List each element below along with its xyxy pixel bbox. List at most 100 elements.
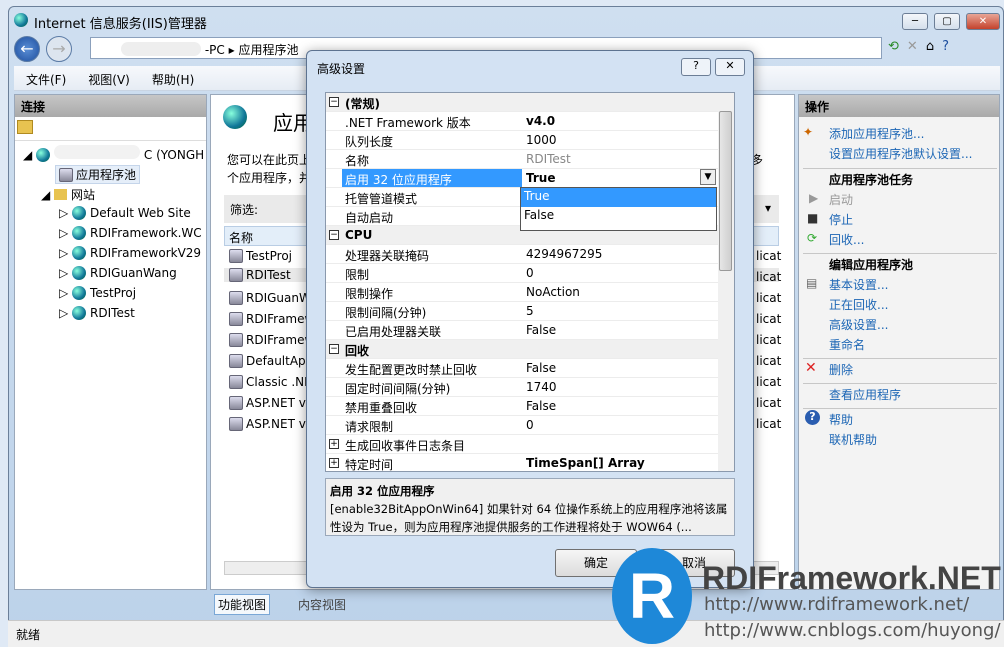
action-start[interactable]: 启动 [829,191,853,208]
stop-icon[interactable]: ✕ [907,39,926,54]
action-online-help[interactable]: 联机帮助 [829,431,877,448]
property-value[interactable]: True [526,171,555,185]
property-value[interactable]: 1000 [526,133,557,147]
list-item[interactable]: DefaultApp [229,354,313,368]
tree-site[interactable]: ▷ Default Web Site [59,206,191,220]
property-row[interactable]: + 特定时间 TimeSpan[] Array [326,454,719,471]
actions-pane: 操作 ✦ 添加应用程序池... 设置应用程序池默认设置... 应用程序池任务 ▶… [798,94,1000,590]
property-row[interactable]: 处理器关联掩码 4294967295 [326,245,719,264]
property-row[interactable]: 固定时间间隔(分钟) 1740 [326,378,719,397]
tree-server[interactable]: ◢ C (YONGH [23,145,204,162]
close-button[interactable]: ✕ [966,13,1000,30]
property-value[interactable]: False [526,399,556,413]
action-help[interactable]: 帮助 [829,411,853,428]
property-category[interactable]: − (常规) [326,93,719,112]
action-view-applications[interactable]: 查看应用程序 [829,386,901,403]
dropdown-arrow-icon[interactable]: ▼ [700,169,716,185]
action-add-pool[interactable]: 添加应用程序池... [829,125,924,142]
tree-site[interactable]: ▷ TestProj [59,286,136,300]
tree-sites[interactable]: ◢ 网站 [41,186,95,203]
property-category[interactable]: − 回收 [326,340,719,359]
dialog-help-button[interactable]: ? [681,58,711,76]
tree-site[interactable]: ▷ RDIFrameworkV29 [59,246,201,260]
option-false[interactable]: False [521,207,716,226]
help-icon[interactable]: ? [942,39,957,54]
list-item[interactable]: TestProj [229,249,292,263]
list-item[interactable]: Classic .NE [229,375,312,389]
property-value[interactable]: 4294967295 [526,247,602,261]
collapse-icon[interactable]: − [329,97,339,107]
property-row[interactable]: 发生配置更改时禁止回收 False [326,359,719,378]
option-true[interactable]: True [521,188,716,207]
property-name: 固定时间间隔(分钟) [345,382,451,396]
property-value[interactable]: 5 [526,304,534,318]
watermark-url2: http://www.cnblogs.com/huyong/ [704,620,1001,641]
action-basic-settings[interactable]: 基本设置... [829,276,888,293]
property-row[interactable]: 已启用处理器关联 False [326,321,719,340]
tree-app-pools[interactable]: 应用程序池 [55,165,141,184]
property-value[interactable]: 0 [526,266,534,280]
dialog-title: 高级设置 [317,62,366,76]
maximize-button[interactable]: ▢ [934,13,960,30]
tab-content-view[interactable]: 内容视图 [298,596,346,613]
property-value[interactable]: 0 [526,418,534,432]
tab-features-view[interactable]: 功能视图 [214,594,271,615]
back-button[interactable]: ← [14,36,40,62]
tree-site[interactable]: ▷ RDITest [59,306,135,320]
start-icon: ▶ [809,191,819,205]
expand-icon[interactable]: + [329,458,339,468]
refresh-icon[interactable]: ⟲ [888,39,907,54]
list-item[interactable]: RDIFramew [229,333,314,347]
property-name: 自动启动 [345,211,394,225]
menu-view[interactable]: 视图(V) [76,66,140,88]
action-advanced-settings[interactable]: 高级设置... [829,316,888,333]
list-item[interactable]: RDIGuanW [229,291,311,305]
property-row[interactable]: + 生成回收事件日志条目 [326,435,719,454]
action-recycle[interactable]: 回收... [829,231,864,248]
property-row[interactable]: 队列长度 1000 [326,131,719,150]
menu-file[interactable]: 文件(F) [14,66,76,88]
property-row[interactable]: 启用 32 位应用程序 True [326,169,719,188]
action-rename[interactable]: 重命名 [829,336,865,353]
list-item[interactable]: RDIFramew [229,312,314,326]
property-value[interactable]: TimeSpan[] Array [526,456,645,470]
property-name: 限制 [345,268,370,282]
property-row[interactable]: 限制间隔(分钟) 5 [326,302,719,321]
dialog-close-button[interactable]: ✕ [715,58,745,76]
property-name: 生成回收事件日志条目 [345,439,466,453]
dropdown-arrow-icon[interactable]: ▾ [765,201,771,215]
property-row[interactable]: .NET Framework 版本 v4.0 [326,112,719,131]
property-value[interactable]: v4.0 [526,114,555,128]
action-set-defaults[interactable]: 设置应用程序池默认设置... [829,145,972,162]
list-item[interactable]: ASP.NET v [229,417,306,431]
list-item[interactable]: ASP.NET v [229,396,306,410]
tree-site[interactable]: ▷ RDIFramework.WC [59,226,202,240]
action-stop[interactable]: 停止 [829,211,853,228]
property-row[interactable]: 禁用重叠回收 False [326,397,719,416]
scrollbar-thumb[interactable] [719,111,732,271]
property-value[interactable]: False [526,323,556,337]
action-delete[interactable]: 删除 [829,361,853,378]
minimize-button[interactable]: ─ [902,13,928,30]
property-row[interactable]: 请求限制 0 [326,416,719,435]
property-value[interactable]: NoAction [526,285,580,299]
connections-title: 连接 [15,95,206,117]
address-segment[interactable]: -PC [205,43,225,57]
property-value[interactable]: 1740 [526,380,557,394]
property-value[interactable]: False [526,361,556,375]
forward-button[interactable]: → [46,36,72,62]
property-row[interactable]: 名称 RDITest [326,150,719,169]
collapse-icon[interactable]: − [329,230,339,240]
collapse-icon[interactable]: − [329,344,339,354]
property-row[interactable]: 限制操作 NoAction [326,283,719,302]
property-value[interactable]: RDITest [526,152,571,166]
vertical-scrollbar[interactable] [718,93,734,471]
expand-icon[interactable]: + [329,439,339,449]
home-icon[interactable]: ⌂ [926,39,942,54]
connect-folder-icon[interactable] [17,120,33,134]
address-segment[interactable]: 应用程序池 [238,43,298,57]
menu-help[interactable]: 帮助(H) [140,66,204,88]
tree-site[interactable]: ▷ RDIGuanWang [59,266,177,280]
property-row[interactable]: 限制 0 [326,264,719,283]
action-recycling[interactable]: 正在回收... [829,296,888,313]
